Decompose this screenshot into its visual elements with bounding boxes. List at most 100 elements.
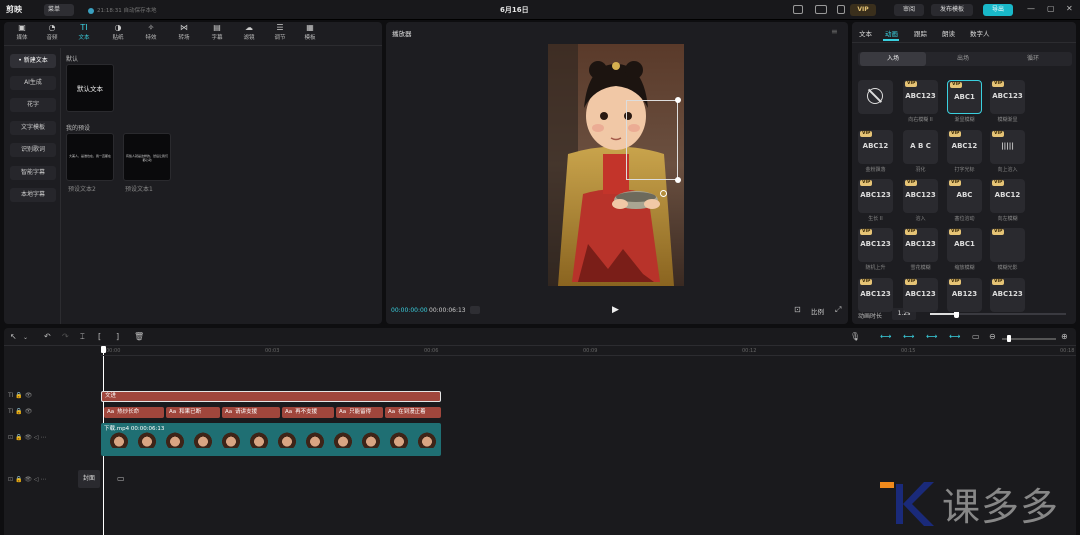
tab-sticker[interactable]: ◑ 贴纸 (104, 24, 132, 42)
text-clip[interactable]: 文进 (101, 391, 441, 402)
linkage-icon[interactable]: ⟷ (926, 332, 937, 341)
microphone-icon[interactable]: 🎙 (850, 332, 860, 341)
tab-media[interactable]: ▣ 媒体 (8, 24, 36, 42)
animation-card[interactable]: VIP ABC12 (990, 179, 1025, 213)
caption-track-icon[interactable]: ▭ (972, 332, 980, 341)
more-icon[interactable]: ⋯ (40, 434, 46, 441)
shortcut-icon[interactable] (837, 5, 845, 14)
chevron-down-icon[interactable]: ⌄ (23, 334, 28, 341)
resize-handle[interactable] (675, 177, 681, 183)
snap-icon[interactable]: ⟷ (903, 332, 914, 341)
side-new-text[interactable]: • 新建文本 (10, 54, 56, 68)
animation-card[interactable]: VIP ABC123 (903, 228, 938, 262)
ratio-button[interactable]: 比例 (811, 306, 824, 316)
segment-in[interactable]: 入场 (860, 52, 926, 66)
animation-card[interactable]: VIP ABC12 (947, 130, 982, 164)
tab-digital-human[interactable]: 数字人 (970, 28, 990, 38)
trim-right-icon[interactable]: ] (116, 332, 119, 341)
delete-icon[interactable]: 🗑 (134, 332, 144, 341)
audio-icon[interactable]: ◁ (34, 476, 39, 483)
animation-card[interactable]: VIP ABC123 (858, 228, 893, 262)
link-icon[interactable]: ⟷ (880, 332, 891, 341)
play-button[interactable]: ▶ (612, 305, 619, 315)
side-local-caption[interactable]: 本地字幕 (10, 188, 56, 202)
animation-card[interactable]: VIP ABC123 (858, 179, 893, 213)
minimize-icon[interactable]: — (1027, 4, 1035, 13)
rotate-handle[interactable] (660, 190, 667, 197)
more-icon[interactable]: ⋯ (40, 476, 46, 483)
preset-thumb[interactable]: 大美人，是谁也在，我一直都在 (66, 133, 114, 181)
duration-slider[interactable] (930, 310, 1066, 318)
caption-clip[interactable]: Aa 在到漫正着 (385, 407, 441, 418)
caption-clip[interactable]: Aa 只能留得 (336, 407, 383, 418)
lock-icon[interactable]: 🔒 (15, 476, 22, 483)
animation-card[interactable]: VIP (990, 228, 1025, 262)
caption-clip[interactable]: Aa 请讲支援 (222, 407, 280, 418)
animation-card[interactable]: VIP ABC123 (903, 80, 938, 114)
eye-icon[interactable]: 👁 (24, 476, 32, 483)
undo-icon[interactable]: ↶ (44, 332, 51, 341)
animation-card[interactable]: VIP ABC12 (858, 130, 893, 164)
lock-icon[interactable]: 🔒 (15, 392, 22, 399)
redo-icon[interactable]: ↷ (62, 332, 69, 341)
side-text-template[interactable]: 文字模板 (10, 121, 56, 135)
tab-caption[interactable]: ▤ 字幕 (203, 24, 231, 42)
vip-badge[interactable]: VIP (850, 4, 876, 16)
animation-card[interactable]: VIP ABC (947, 179, 982, 213)
eye-icon[interactable]: 👁 (25, 408, 33, 415)
eye-icon[interactable]: 👁 (25, 392, 33, 399)
tab-audio[interactable]: ◔ 音频 (38, 24, 66, 42)
segment-loop[interactable]: 循环 (1000, 52, 1066, 66)
side-lyrics-recognition[interactable]: 识别歌词 (10, 143, 56, 157)
audio-icon[interactable]: ◁ (34, 434, 39, 441)
animation-card[interactable]: VIP ABC123 (903, 278, 938, 312)
animation-card[interactable]: VIP ABC1 (947, 80, 982, 114)
fullscreen-icon[interactable]: ⤢ (835, 305, 841, 315)
animation-card[interactable]: VIP ||||| (990, 130, 1025, 164)
fit-screen-icon[interactable]: ⊡ (794, 305, 801, 314)
tab-tracking[interactable]: 跟踪 (914, 28, 927, 38)
animation-card[interactable]: VIP ABC123 (990, 278, 1025, 312)
cover-button[interactable]: 封面 (78, 470, 100, 488)
eye-icon[interactable]: 👁 (24, 434, 32, 441)
select-tool-icon[interactable]: ↖ (10, 332, 17, 341)
player-menu-icon[interactable]: ≡ (831, 27, 838, 36)
lock-icon[interactable]: 🔒 (15, 434, 22, 441)
tab-filter[interactable]: ☁ 滤镜 (235, 24, 263, 42)
zoom-out-icon[interactable]: ⊖ (989, 332, 996, 341)
tab-text-props[interactable]: 文本 (859, 28, 872, 38)
publish-template-button[interactable]: 发布模板 (931, 4, 973, 16)
animation-card[interactable]: VIP ABC1 (947, 228, 982, 262)
caption-clip[interactable]: Aa 热炒长命 (104, 407, 164, 418)
tab-text[interactable]: TI 文本 (70, 24, 98, 42)
timecode-toggle[interactable] (470, 306, 480, 314)
zoom-in-icon[interactable]: ⊕ (1061, 332, 1068, 341)
maximize-icon[interactable]: ▢ (1047, 4, 1055, 13)
animation-card[interactable]: A B C (903, 130, 938, 164)
animation-card[interactable]: VIP ABC123 (858, 278, 893, 312)
trim-left-icon[interactable]: [ (98, 332, 101, 341)
tab-effects[interactable]: ✧ 特效 (137, 24, 165, 42)
zoom-knob[interactable] (1007, 335, 1011, 342)
side-smart-caption[interactable]: 智能字幕 (10, 166, 56, 180)
animation-card[interactable]: VIP ABC123 (990, 80, 1025, 114)
tab-template[interactable]: ▦ 模板 (296, 24, 324, 42)
video-preview[interactable] (548, 44, 684, 286)
layout-icon[interactable] (793, 5, 803, 14)
animation-card[interactable]: VIP AB123 (947, 278, 982, 312)
close-icon[interactable]: ✕ (1066, 4, 1073, 13)
text-bounding-box[interactable] (626, 100, 678, 180)
preview-axis-icon[interactable]: ⟷ (949, 332, 960, 341)
tab-adjust[interactable]: ☰ 调节 (266, 24, 294, 42)
side-ai-generate[interactable]: AI生成 (10, 76, 56, 90)
segment-out[interactable]: 出场 (930, 52, 996, 66)
caption-clip[interactable]: Aa 和果已断 (166, 407, 220, 418)
menu-button[interactable]: 菜单 (44, 4, 74, 16)
export-button[interactable]: 导出 (983, 4, 1013, 16)
default-text-thumb[interactable]: 默认文本 (66, 64, 114, 112)
resize-handle[interactable] (675, 97, 681, 103)
caption-clip[interactable]: Aa 再不支援 (282, 407, 334, 418)
tab-transition[interactable]: ⋈ 转场 (170, 24, 198, 42)
animation-card[interactable]: VIP ABC123 (903, 179, 938, 213)
monitor-icon[interactable] (815, 5, 827, 14)
